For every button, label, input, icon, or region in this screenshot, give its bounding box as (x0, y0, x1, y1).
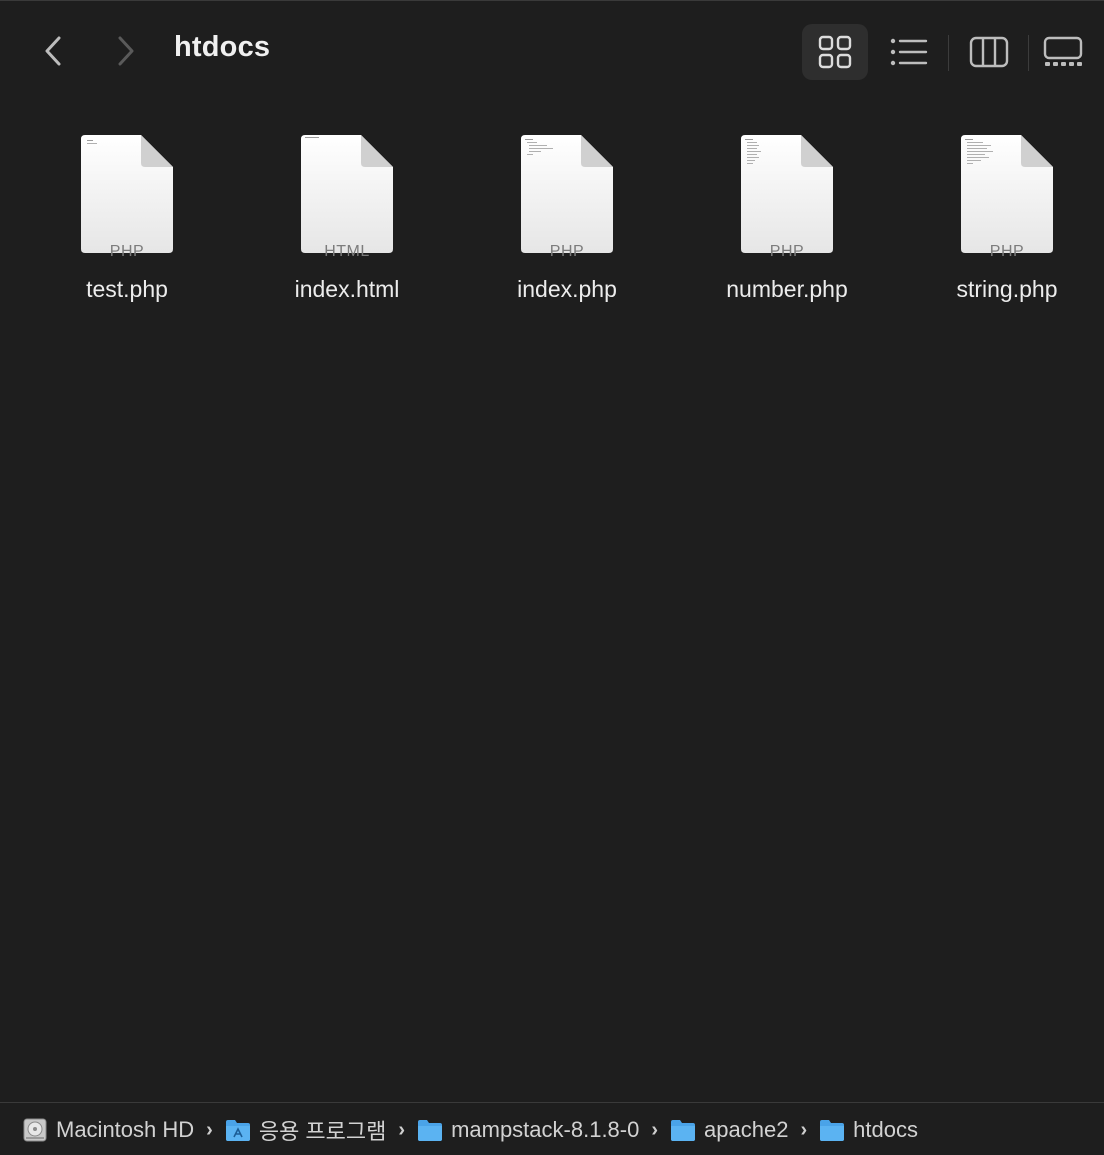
finder-window: htdocs PHP test.php HTML index.html PHP … (0, 0, 1104, 1155)
file-item[interactable]: PHP string.php (907, 121, 1104, 311)
path-separator: › (800, 1118, 808, 1141)
chevron-left-icon (45, 36, 61, 66)
file-name: index.html (294, 276, 400, 302)
icon-view-button[interactable] (802, 24, 868, 80)
file-type-label: PHP (549, 243, 585, 260)
file-item[interactable]: HTML index.html (247, 121, 447, 311)
toolbar: htdocs (0, 1, 1104, 101)
columns-icon (969, 36, 1009, 68)
list-icon (890, 38, 928, 66)
toolbar-separator (1028, 35, 1029, 71)
file-item[interactable]: PHP test.php (27, 121, 227, 311)
breadcrumb: Macintosh HD › 응용 프로그램 › mampstack-8.1.8… (22, 1115, 918, 1145)
php-file-icon: PHP (741, 135, 833, 260)
php-file-icon: PHP (521, 135, 613, 260)
path-item-applications[interactable]: 응용 프로그램 (225, 1114, 386, 1146)
back-button[interactable] (30, 27, 78, 75)
list-view-button[interactable] (876, 24, 942, 80)
path-separator: › (398, 1118, 406, 1141)
gallery-view-button[interactable] (1030, 24, 1096, 80)
gallery-icon (1043, 36, 1083, 66)
path-item-htdocs[interactable]: htdocs (819, 1117, 918, 1143)
file-type-label: HTML (324, 243, 370, 260)
folder-icon (820, 1120, 845, 1141)
path-item-apache2[interactable]: apache2 (670, 1117, 788, 1143)
chevron-right-icon (118, 36, 134, 66)
file-type-label: PHP (989, 243, 1025, 260)
forward-button[interactable] (101, 27, 149, 75)
file-grid: PHP test.php HTML index.html PHP index.p… (0, 121, 1104, 321)
file-name: number.php (726, 276, 848, 302)
path-separator: › (206, 1118, 213, 1141)
path-separator: › (651, 1118, 659, 1141)
path-item-mampstack[interactable]: mampstack-8.1.8-0 (417, 1117, 639, 1143)
grid-icon (818, 35, 852, 69)
file-name: index.php (517, 276, 617, 302)
html-file-icon: HTML (301, 135, 393, 260)
window-title: htdocs (174, 31, 271, 63)
applications-folder-icon (225, 1120, 250, 1141)
column-view-button[interactable] (956, 24, 1022, 80)
file-type-label: PHP (109, 243, 145, 260)
folder-icon (671, 1120, 696, 1141)
php-file-icon: PHP (81, 135, 173, 260)
file-name: test.php (86, 276, 168, 302)
file-type-label: PHP (769, 243, 805, 260)
file-item[interactable]: PHP number.php (687, 121, 887, 311)
folder-icon (418, 1120, 443, 1141)
file-name: string.php (956, 276, 1058, 302)
toolbar-separator (948, 35, 949, 71)
path-bar: Macintosh HD › 응용 프로그램 › mampstack-8.1.8… (0, 1102, 1104, 1155)
file-item[interactable]: PHP index.php (467, 121, 667, 311)
php-file-icon: PHP (961, 135, 1053, 260)
path-item-macintosh-hd[interactable]: Macintosh HD (22, 1117, 194, 1143)
hard-drive-icon (23, 1118, 47, 1142)
